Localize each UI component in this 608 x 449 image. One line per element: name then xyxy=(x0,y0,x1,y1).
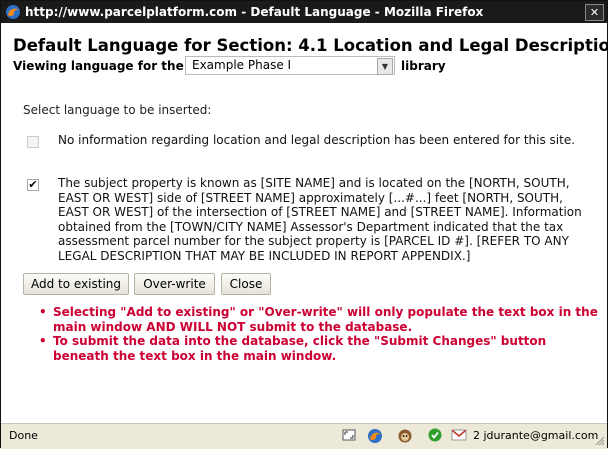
title-bar: http://www.parcelplatform.com - Default … xyxy=(1,1,607,23)
note-item: • Selecting "Add to existing" or "Over-wr… xyxy=(39,305,599,334)
check-icon: ✔ xyxy=(28,178,38,191)
library-select-value: Example Phase I xyxy=(192,58,292,72)
over-write-button[interactable]: Over-write xyxy=(134,273,215,295)
library-select[interactable]: Example Phase I ▼ xyxy=(185,56,395,75)
screen-icon[interactable] xyxy=(341,428,357,444)
gmail-account[interactable]: 2 jdurante@gmail.com xyxy=(473,429,598,442)
close-button[interactable]: Close xyxy=(221,273,271,295)
note-item: • To submit the data into the database, c… xyxy=(39,334,599,363)
select-prompt: Select language to be inserted: xyxy=(23,103,212,117)
gmail-icon[interactable] xyxy=(451,428,467,444)
note-text: To submit the data into the database, cl… xyxy=(53,334,547,363)
bullet-icon: • xyxy=(39,334,47,348)
add-to-existing-button[interactable]: Add to existing xyxy=(23,273,129,295)
dialog-content: Default Language for Section: 4.1 Locati… xyxy=(1,23,608,423)
bullet-icon: • xyxy=(39,305,47,319)
close-window-button[interactable]: ✕ xyxy=(585,4,604,21)
resize-grip-icon[interactable] xyxy=(595,436,605,446)
window-title: http://www.parcelplatform.com - Default … xyxy=(25,5,484,19)
check-icon[interactable] xyxy=(427,428,443,444)
note-text: Selecting "Add to existing" or "Over-wri… xyxy=(53,305,598,334)
status-bar: Done 2 jdurante@gmail.com xyxy=(1,423,607,448)
page-title: Default Language for Section: 4.1 Locati… xyxy=(13,36,608,55)
firefox-icon xyxy=(6,5,20,19)
firefox-icon[interactable] xyxy=(367,428,383,444)
greasemonkey-icon[interactable] xyxy=(397,428,413,444)
warning-notes: • Selecting "Add to existing" or "Over-wr… xyxy=(39,305,599,363)
library-label: library xyxy=(401,59,446,73)
viewing-label: Viewing language for the xyxy=(13,59,184,73)
browser-window: http://www.parcelplatform.com - Default … xyxy=(0,0,608,448)
chevron-down-icon[interactable]: ▼ xyxy=(377,58,393,75)
option-text-no-info: No information regarding location and le… xyxy=(58,133,576,147)
option-text-default-language: The subject property is known as [SITE N… xyxy=(58,176,582,263)
option-checkbox-no-info[interactable] xyxy=(27,136,39,148)
option-checkbox-default-language[interactable]: ✔ xyxy=(27,179,39,191)
status-text: Done xyxy=(9,429,38,442)
